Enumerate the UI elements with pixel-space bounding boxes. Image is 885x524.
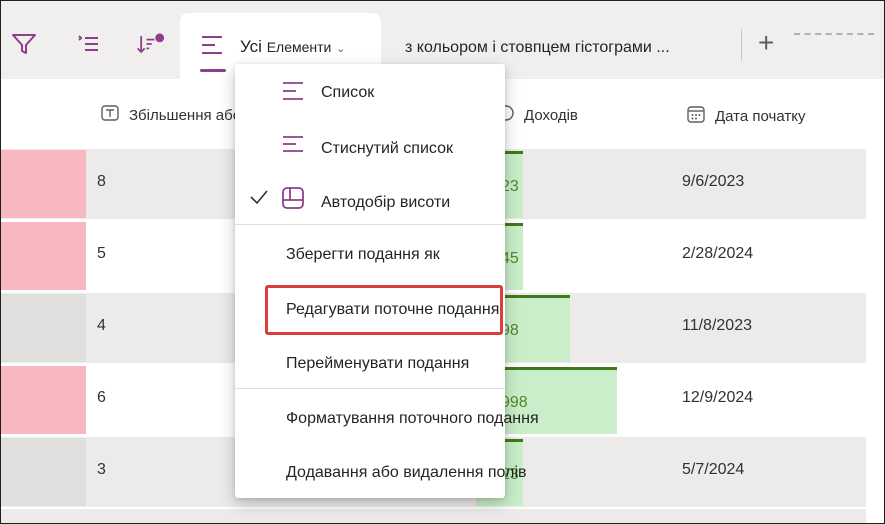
filter-icon[interactable] bbox=[9, 29, 39, 59]
menu-item-label: Перейменувати подання bbox=[286, 355, 470, 372]
column-header-start-date[interactable]: Дата початку bbox=[687, 105, 805, 127]
number-cell: 8 bbox=[97, 173, 106, 190]
decorative-dashes bbox=[794, 33, 874, 35]
menu-item-label: Додавання або видалення полів bbox=[286, 464, 527, 481]
add-view-icon[interactable]: + bbox=[758, 29, 774, 57]
column-header-label: Дата початку bbox=[715, 107, 806, 125]
menu-item-autofit-height[interactable]: Автодобір висоти bbox=[235, 186, 505, 216]
date-cell: 9/6/2023 bbox=[682, 173, 745, 190]
tab-label: Усі Елементи ⌄ bbox=[240, 37, 345, 57]
group-by-icon[interactable] bbox=[73, 29, 103, 59]
color-cell bbox=[1, 150, 86, 218]
color-cell bbox=[1, 438, 86, 506]
calendar-icon bbox=[687, 105, 705, 127]
menu-divider bbox=[235, 388, 505, 389]
column-header-label: Доходів bbox=[524, 106, 578, 124]
color-cell bbox=[1, 294, 86, 362]
date-cell: 11/8/2023 bbox=[682, 317, 752, 334]
menu-item-format-current-view[interactable]: Форматування поточного подання bbox=[235, 410, 539, 436]
compact-list-icon bbox=[281, 134, 307, 163]
color-cell bbox=[1, 366, 86, 434]
menu-item-label: Стиснутий список bbox=[321, 140, 453, 157]
tab-label-main: Усі bbox=[240, 37, 262, 56]
menu-item-label: Список bbox=[321, 84, 375, 101]
color-cell bbox=[1, 222, 86, 290]
tab-label-small: Елементи bbox=[266, 39, 332, 55]
autofit-icon bbox=[281, 186, 307, 217]
highlight-box bbox=[265, 285, 503, 335]
tab-color-histogram[interactable]: з кольором і стовпцем гістограми ... bbox=[405, 39, 670, 57]
number-cell: 6 bbox=[97, 389, 106, 406]
list-icon bbox=[281, 80, 307, 109]
date-cell: 2/28/2024 bbox=[682, 245, 754, 262]
view-options-menu: Список Стиснутий список Автодобір висоти… bbox=[235, 64, 539, 498]
toolbar-divider bbox=[741, 29, 742, 61]
menu-item-label: Автодобір висоти bbox=[321, 194, 451, 211]
column-header-revenue[interactable]: Доходів bbox=[498, 105, 578, 125]
checkmark-icon bbox=[249, 188, 269, 211]
list-view-icon bbox=[200, 33, 226, 62]
sort-icon[interactable] bbox=[135, 29, 165, 59]
menu-divider bbox=[235, 224, 505, 225]
number-cell: 5 bbox=[97, 245, 106, 262]
number-cell: 3 bbox=[97, 461, 106, 478]
app-window: Усі Елементи ⌄ з кольором і стовпцем гіс… bbox=[0, 0, 885, 524]
menu-item-label: Форматування поточного подання bbox=[286, 410, 539, 427]
number-cell: 4 bbox=[97, 317, 106, 334]
menu-item-rename-view[interactable]: Перейменувати подання bbox=[235, 355, 505, 381]
menu-item-add-remove-columns[interactable]: Додавання або видалення полів bbox=[235, 464, 527, 490]
date-cell: 5/7/2024 bbox=[682, 461, 745, 478]
text-field-icon bbox=[101, 105, 119, 125]
menu-item-list[interactable]: Список bbox=[235, 80, 505, 110]
menu-item-save-view-as[interactable]: Зберегти подання як bbox=[235, 246, 505, 272]
menu-item-compact-list[interactable]: Стиснутий список bbox=[235, 134, 505, 164]
tab-underline bbox=[200, 69, 226, 72]
date-cell: 12/9/2024 bbox=[682, 389, 754, 406]
chevron-down-icon: ⌄ bbox=[336, 43, 346, 55]
table-row[interactable] bbox=[1, 509, 866, 523]
menu-item-label: Зберегти подання як bbox=[286, 246, 440, 263]
